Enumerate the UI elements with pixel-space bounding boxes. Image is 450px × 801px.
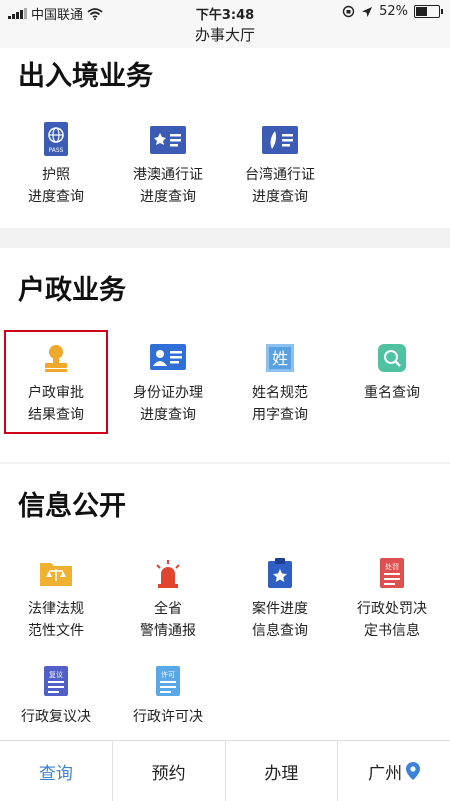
tab-label: 查询 bbox=[38, 763, 73, 784]
item-label: 身份证办理 进度查询 bbox=[133, 385, 203, 423]
item-label: 全省 警情通报 bbox=[140, 601, 196, 639]
battery-fill bbox=[416, 7, 428, 16]
tab-query[interactable]: 查询 bbox=[0, 741, 113, 801]
svg-text:PASS: PASS bbox=[49, 147, 64, 154]
section-title: 信息公开 bbox=[18, 491, 126, 522]
svg-text:复议: 复议 bbox=[49, 670, 63, 679]
item-label: 台湾通行证 进度查询 bbox=[245, 167, 315, 205]
section-title: 户政业务 bbox=[18, 275, 126, 306]
review-doc-icon: 复议 bbox=[42, 666, 70, 696]
passport-icon: PASS bbox=[42, 122, 70, 156]
tab-label: 办理 bbox=[264, 763, 299, 784]
section-title: 出入境业务 bbox=[18, 61, 153, 92]
case-clipboard-icon bbox=[266, 558, 294, 588]
svg-text:处罚: 处罚 bbox=[385, 562, 399, 571]
taiwan-permit-icon bbox=[262, 126, 298, 154]
tab-handle[interactable]: 办理 bbox=[226, 741, 339, 801]
id-card-progress-item[interactable]: 身份证办理 进度查询 bbox=[112, 344, 224, 426]
location-arrow-icon bbox=[362, 6, 373, 17]
battery-icon bbox=[414, 5, 443, 18]
item-label: 户政审批 结果查询 bbox=[28, 385, 84, 423]
battery-percent: 52% bbox=[379, 4, 408, 19]
main-content[interactable]: 出入境业务 PASS 护照 进度查询 港澳通行证 进度查询 台湾通行证 进度查询… bbox=[0, 48, 450, 740]
laws-regulations-item[interactable]: 法律法规 范性文件 bbox=[0, 560, 112, 642]
item-label: 行政处罚决 定书信息 bbox=[357, 601, 427, 639]
duplicate-name-query-item[interactable]: 重名查询 bbox=[336, 344, 448, 404]
name-char-icon: 姓 bbox=[266, 344, 294, 372]
tab-label: 广州 bbox=[368, 763, 403, 784]
status-bar: 中国联通 下午3:48 52% 办事大厅 bbox=[0, 0, 450, 48]
siren-icon bbox=[154, 560, 182, 588]
hk-macau-permit-progress-item[interactable]: 港澳通行证 进度查询 bbox=[112, 126, 224, 208]
svg-text:姓: 姓 bbox=[272, 349, 288, 368]
tab-label: 预约 bbox=[151, 763, 186, 784]
province-police-report-item[interactable]: 全省 警情通报 bbox=[112, 560, 224, 642]
section-household: 户政业务 户政审批 结果查询 身份证办理 进度查询 姓 姓名规范 用字查询 重名… bbox=[0, 248, 450, 462]
section-info-disclosure: 信息公开 法律法规 范性文件 全省 警情通报 案件进度 信息查询 处罚 行政处罚… bbox=[0, 464, 450, 740]
penalty-decision-item[interactable]: 处罚 行政处罚决 定书信息 bbox=[336, 558, 448, 642]
item-label: 姓名规范 用字查询 bbox=[252, 385, 308, 423]
law-folder-icon bbox=[40, 560, 72, 588]
id-card-icon bbox=[150, 344, 186, 372]
passport-progress-item[interactable]: PASS 护照 进度查询 bbox=[0, 122, 112, 208]
tab-city-selector[interactable]: 广州 bbox=[338, 741, 450, 801]
svg-text:许可: 许可 bbox=[161, 670, 175, 679]
permit-doc-icon: 许可 bbox=[154, 666, 182, 696]
household-approval-result-item[interactable]: 户政审批 结果查询 bbox=[0, 344, 112, 426]
penalty-doc-icon: 处罚 bbox=[378, 558, 406, 588]
taiwan-permit-progress-item[interactable]: 台湾通行证 进度查询 bbox=[224, 126, 336, 208]
item-label: 行政许可决 bbox=[133, 709, 203, 725]
item-label: 行政复议决 bbox=[21, 709, 91, 725]
item-label: 法律法规 范性文件 bbox=[28, 601, 84, 639]
page-title: 办事大厅 bbox=[194, 26, 255, 44]
admin-review-decision-item[interactable]: 复议 行政复议决 bbox=[0, 666, 112, 728]
stamp-icon bbox=[42, 344, 70, 372]
section-exit-entry: 出入境业务 PASS 护照 进度查询 港澳通行证 进度查询 台湾通行证 进度查询 bbox=[0, 48, 450, 228]
case-progress-query-item[interactable]: 案件进度 信息查询 bbox=[224, 558, 336, 642]
hk-macau-permit-icon bbox=[150, 126, 186, 154]
tab-appointment[interactable]: 预约 bbox=[113, 741, 226, 801]
name-char-query-item[interactable]: 姓 姓名规范 用字查询 bbox=[224, 344, 336, 426]
tab-bar: 查询 预约 办理 广州 bbox=[0, 740, 450, 801]
item-label: 港澳通行证 进度查询 bbox=[133, 167, 203, 205]
orientation-lock-icon bbox=[342, 5, 355, 18]
item-label: 案件进度 信息查询 bbox=[252, 601, 308, 639]
admin-permit-decision-item[interactable]: 许可 行政许可决 bbox=[112, 666, 224, 728]
item-label: 护照 进度查询 bbox=[28, 167, 84, 205]
location-pin-icon bbox=[406, 762, 421, 780]
item-label: 重名查询 bbox=[364, 385, 420, 401]
search-card-icon bbox=[378, 344, 406, 372]
